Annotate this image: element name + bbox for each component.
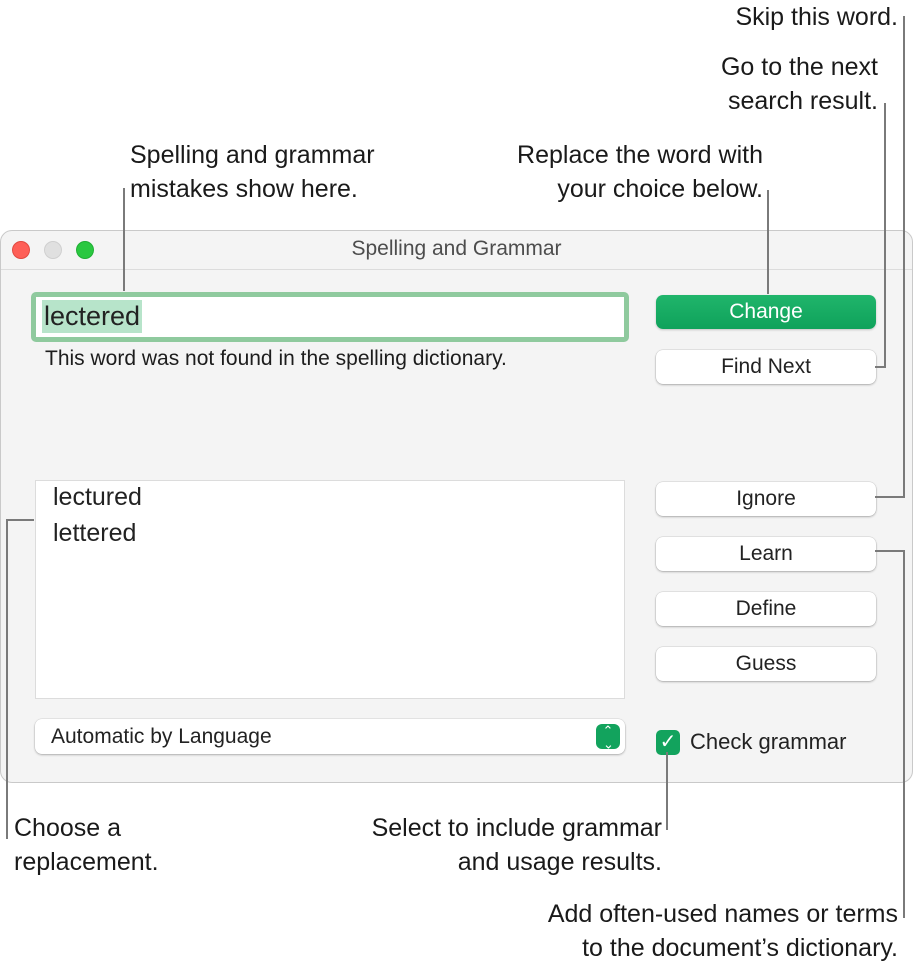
change-button[interactable]: Change: [656, 295, 876, 329]
callout-choose-line2: replacement.: [14, 848, 159, 876]
language-select-value: Automatic by Language: [51, 725, 272, 748]
callout-learn-line2: to the document’s dictionary.: [582, 934, 898, 962]
callout-skip-word: Skip this word.: [735, 3, 898, 31]
suggestion-item[interactable]: lectured: [53, 483, 142, 512]
suggestion-item[interactable]: lettered: [53, 519, 136, 548]
leader-line-skip-h: [875, 496, 905, 498]
callout-find-next-line2: search result.: [727, 87, 878, 115]
callout-replace: Replace the word with your choice below.: [517, 138, 763, 206]
callout-mistakes-line1: Spelling and grammar: [130, 141, 375, 169]
callout-learn-line1: Add often-used names or terms: [547, 900, 898, 928]
callout-mistakes: Spelling and grammar mistakes show here.: [130, 138, 375, 206]
leader-line-grammar: [666, 752, 668, 830]
callout-choose-line1: Choose a: [14, 814, 122, 842]
misspelled-word-selection: lectered: [42, 300, 143, 333]
leader-line-find-next: [884, 103, 886, 368]
window-title: Spelling and Grammar: [351, 237, 562, 260]
leader-line-choose: [6, 519, 8, 839]
status-message: This word was not found in the spelling …: [45, 347, 507, 370]
callout-grammar-line1: Select to include grammar: [371, 814, 662, 842]
ignore-button[interactable]: Ignore: [656, 482, 876, 516]
callout-replace-line2: your choice below.: [557, 175, 763, 203]
leader-line-learn: [903, 550, 905, 918]
learn-button[interactable]: Learn: [656, 537, 876, 571]
check-grammar-label: Check grammar: [690, 729, 847, 754]
callout-mistakes-line2: mistakes show here.: [130, 175, 358, 203]
leader-line-find-next-h: [875, 366, 886, 368]
callout-find-next-line1: Go to the next: [720, 53, 878, 81]
up-down-chevron-icon: ⌃ ⌃: [596, 724, 620, 751]
guess-button[interactable]: Guess: [656, 647, 876, 681]
callout-learn: Add often-used names or terms to the doc…: [548, 897, 898, 965]
callout-check-grammar: Select to include grammar and usage resu…: [372, 811, 662, 879]
checkmark-icon[interactable]: ✓: [656, 729, 680, 755]
callout-replace-line1: Replace the word with: [517, 141, 763, 169]
check-grammar-checkbox[interactable]: ✓ Check grammar: [656, 728, 846, 756]
leader-line-choose-h: [6, 519, 34, 521]
leader-line-replace: [767, 190, 769, 294]
leader-line-mistakes: [123, 188, 125, 291]
leader-line-skip: [903, 16, 905, 498]
leader-line-learn-h: [875, 550, 905, 552]
callout-choose-replacement: Choose a replacement.: [14, 811, 159, 879]
define-button[interactable]: Define: [656, 592, 876, 626]
suggestions-list[interactable]: lectured lettered: [35, 480, 625, 699]
misspelled-word-field[interactable]: lectered: [31, 292, 629, 342]
title-bar[interactable]: Spelling and Grammar: [1, 231, 912, 270]
find-next-button[interactable]: Find Next: [656, 350, 876, 384]
callout-grammar-line2: and usage results.: [457, 848, 662, 876]
callout-find-next: Go to the next search result.: [721, 50, 878, 118]
spelling-grammar-window: Spelling and Grammar lectered This word …: [0, 230, 913, 783]
language-select[interactable]: Automatic by Language ⌃ ⌃: [35, 719, 625, 754]
